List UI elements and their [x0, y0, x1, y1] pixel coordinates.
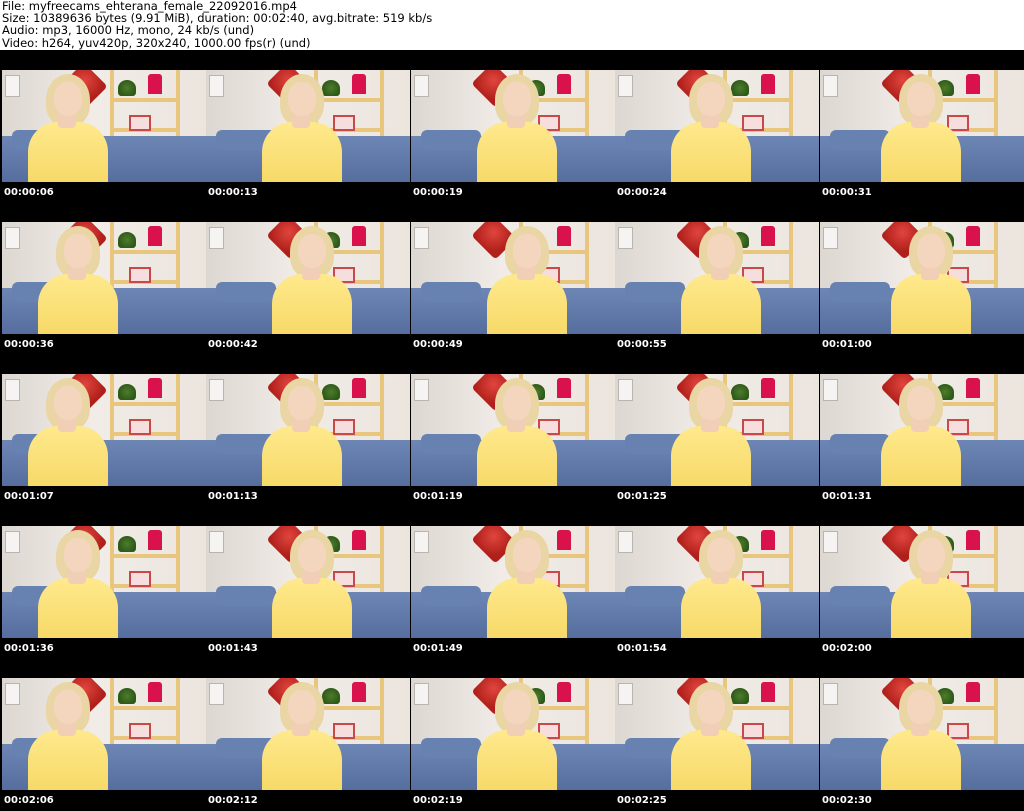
thumbnail: 00:01:13 — [206, 354, 410, 506]
thumbnail: 00:02:12 — [206, 658, 410, 810]
timestamp-label: 00:01:07 — [4, 491, 54, 502]
thumbnail: 00:01:19 — [411, 354, 615, 506]
timestamp-label: 00:00:19 — [413, 187, 463, 198]
thumbnail: 00:00:31 — [820, 50, 1024, 202]
timestamp-label: 00:01:43 — [208, 643, 258, 654]
timestamp-label: 00:01:00 — [822, 339, 872, 350]
timestamp-label: 00:01:25 — [617, 491, 667, 502]
thumbnail: 00:01:07 — [2, 354, 206, 506]
video-frame — [615, 374, 819, 486]
thumbnail: 00:02:06 — [2, 658, 206, 810]
video-frame — [820, 678, 1024, 790]
video-frame — [2, 526, 206, 638]
timestamp-label: 00:02:25 — [617, 795, 667, 806]
thumbnail: 00:01:54 — [615, 506, 819, 658]
thumbnail: 00:02:00 — [820, 506, 1024, 658]
thumbnail: 00:01:36 — [2, 506, 206, 658]
video-frame — [206, 70, 410, 182]
video-frame — [820, 70, 1024, 182]
video-frame — [2, 222, 206, 334]
video-frame — [820, 374, 1024, 486]
file-info-header: File: myfreecams_ehterana_female_2209201… — [0, 0, 1024, 50]
thumbnail: 00:01:25 — [615, 354, 819, 506]
thumbnail: 00:01:49 — [411, 506, 615, 658]
thumbnail-grid: 00:00:06 00:00:13 00:00:19 00:00:24 00:00:31… — [0, 50, 1024, 811]
audio-info-line: Audio: mp3, 16000 Hz, mono, 24 kb/s (und… — [2, 23, 255, 38]
video-frame — [615, 70, 819, 182]
video-info-line: Video: h264, yuv420p, 320x240, 1000.00 f… — [2, 35, 311, 50]
timestamp-label: 00:01:13 — [208, 491, 258, 502]
thumbnail: 00:00:19 — [411, 50, 615, 202]
timestamp-label: 00:00:36 — [4, 339, 54, 350]
timestamp-label: 00:00:49 — [413, 339, 463, 350]
video-frame — [2, 678, 206, 790]
video-frame — [615, 526, 819, 638]
thumbnail: 00:00:06 — [2, 50, 206, 202]
timestamp-label: 00:01:54 — [617, 643, 667, 654]
timestamp-label: 00:00:55 — [617, 339, 667, 350]
thumbnail: 00:02:30 — [820, 658, 1024, 810]
timestamp-label: 00:02:12 — [208, 795, 258, 806]
video-frame — [615, 222, 819, 334]
thumbnail: 00:02:19 — [411, 658, 615, 810]
video-frame — [206, 678, 410, 790]
timestamp-label: 00:01:19 — [413, 491, 463, 502]
thumbnail: 00:01:43 — [206, 506, 410, 658]
thumbnail: 00:00:55 — [615, 202, 819, 354]
video-frame — [206, 526, 410, 638]
video-frame — [2, 374, 206, 486]
timestamp-label: 00:02:06 — [4, 795, 54, 806]
video-frame — [206, 374, 410, 486]
video-frame — [411, 374, 615, 486]
thumbnail: 00:00:13 — [206, 50, 410, 202]
video-frame — [206, 222, 410, 334]
timestamp-label: 00:02:00 — [822, 643, 872, 654]
video-frame — [2, 70, 206, 182]
video-frame — [615, 678, 819, 790]
timestamp-label: 00:00:42 — [208, 339, 258, 350]
video-frame — [411, 526, 615, 638]
timestamp-label: 00:01:31 — [822, 491, 872, 502]
timestamp-label: 00:01:36 — [4, 643, 54, 654]
video-frame — [820, 222, 1024, 334]
thumbnail: 00:00:42 — [206, 202, 410, 354]
thumbnail: 00:02:25 — [615, 658, 819, 810]
timestamp-label: 00:01:49 — [413, 643, 463, 654]
timestamp-label: 00:02:19 — [413, 795, 463, 806]
timestamp-label: 00:00:13 — [208, 187, 258, 198]
thumbnail: 00:01:00 — [820, 202, 1024, 354]
video-frame — [820, 526, 1024, 638]
timestamp-label: 00:02:30 — [822, 795, 872, 806]
thumbnail: 00:00:24 — [615, 50, 819, 202]
thumbnail: 00:01:31 — [820, 354, 1024, 506]
video-frame — [411, 678, 615, 790]
video-frame — [411, 222, 615, 334]
thumbnail: 00:00:36 — [2, 202, 206, 354]
timestamp-label: 00:00:24 — [617, 187, 667, 198]
timestamp-label: 00:00:31 — [822, 187, 872, 198]
timestamp-label: 00:00:06 — [4, 187, 54, 198]
video-frame — [411, 70, 615, 182]
thumbnail: 00:00:49 — [411, 202, 615, 354]
